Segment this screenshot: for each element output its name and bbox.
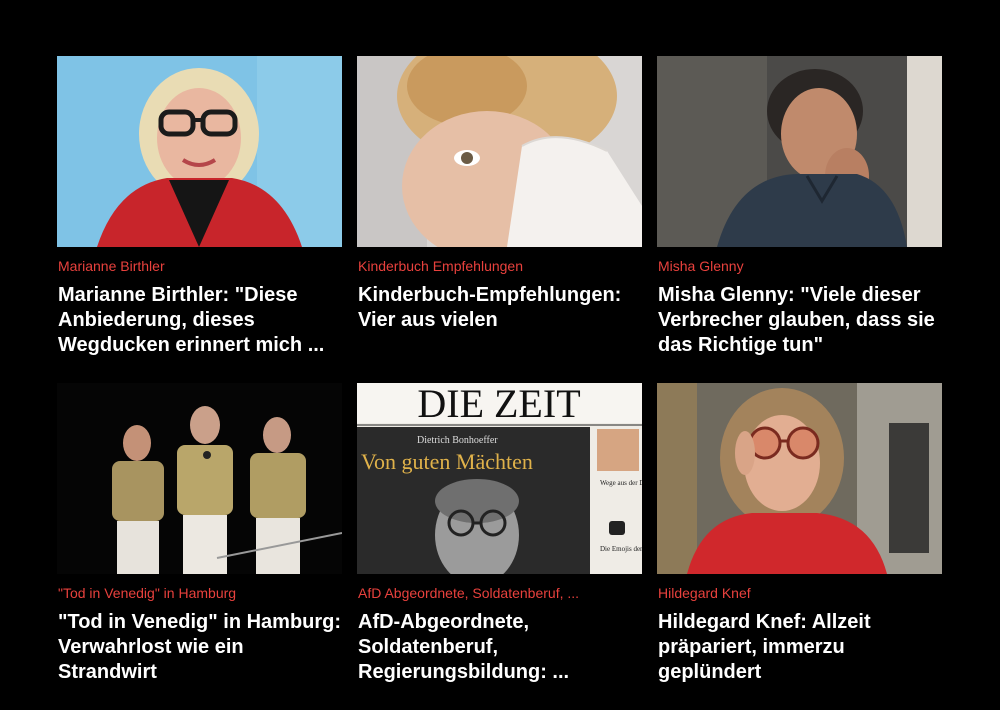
teaser-headline[interactable]: Marianne Birthler: "Diese Anbiederung, d… [58,283,342,358]
cover-title: Von guten Mächten [361,449,533,474]
teaser-card[interactable]: Marianne Birthler Marianne Birthler: "Di… [57,56,342,383]
teaser-kicker[interactable]: Kinderbuch Empfehlungen [358,257,642,275]
teaser-card[interactable]: Misha Glenny Misha Glenny: "Viele dieser… [657,56,942,383]
teaser-kicker[interactable]: Marianne Birthler [58,257,342,275]
cover-author: Dietrich Bonhoeffer [417,435,498,446]
teaser-image[interactable]: DIE ZEIT Dietrich Bonhoeffer Von guten M… [357,383,642,574]
teaser-card[interactable]: DIE ZEIT Dietrich Bonhoeffer Von guten M… [357,383,642,710]
teaser-image[interactable] [57,56,342,247]
teaser-kicker[interactable]: Hildegard Knef [658,584,942,602]
teaser-kicker[interactable]: "Tod in Venedig" in Hamburg [58,584,342,602]
cover-masthead: DIE ZEIT [417,383,580,426]
teaser-grid: Marianne Birthler Marianne Birthler: "Di… [57,56,942,710]
teaser-card[interactable]: Kinderbuch Empfehlungen Kinderbuch-Empfe… [357,56,642,383]
teaser-headline[interactable]: Misha Glenny: "Viele dieser Verbrecher g… [658,283,942,358]
teaser-image[interactable] [657,383,942,574]
teaser-headline[interactable]: Hildegard Knef: Allzeit präpariert, imme… [658,610,942,685]
teaser-headline[interactable]: Kinderbuch-Empfehlungen: Vier aus vielen [358,283,642,333]
teaser-kicker[interactable]: AfD Abgeordnete, Soldatenberuf, ... [358,584,642,602]
cover-sidebar-2: Die Emojis der Rechten [600,545,642,553]
teaser-image[interactable] [357,56,642,247]
teaser-headline[interactable]: AfD-Abgeordnete, Soldatenberuf, Regierun… [358,610,642,685]
teaser-card[interactable]: "Tod in Venedig" in Hamburg "Tod in Vene… [57,383,342,710]
teaser-headline[interactable]: "Tod in Venedig" in Hamburg: Verwahrlost… [58,610,342,685]
cover-sidebar-1: Wege aus der Depression [600,479,642,487]
teaser-card[interactable]: Hildegard Knef Hildegard Knef: Allzeit p… [657,383,942,710]
teaser-kicker[interactable]: Misha Glenny [658,257,942,275]
teaser-image[interactable] [57,383,342,574]
teaser-image[interactable] [657,56,942,247]
